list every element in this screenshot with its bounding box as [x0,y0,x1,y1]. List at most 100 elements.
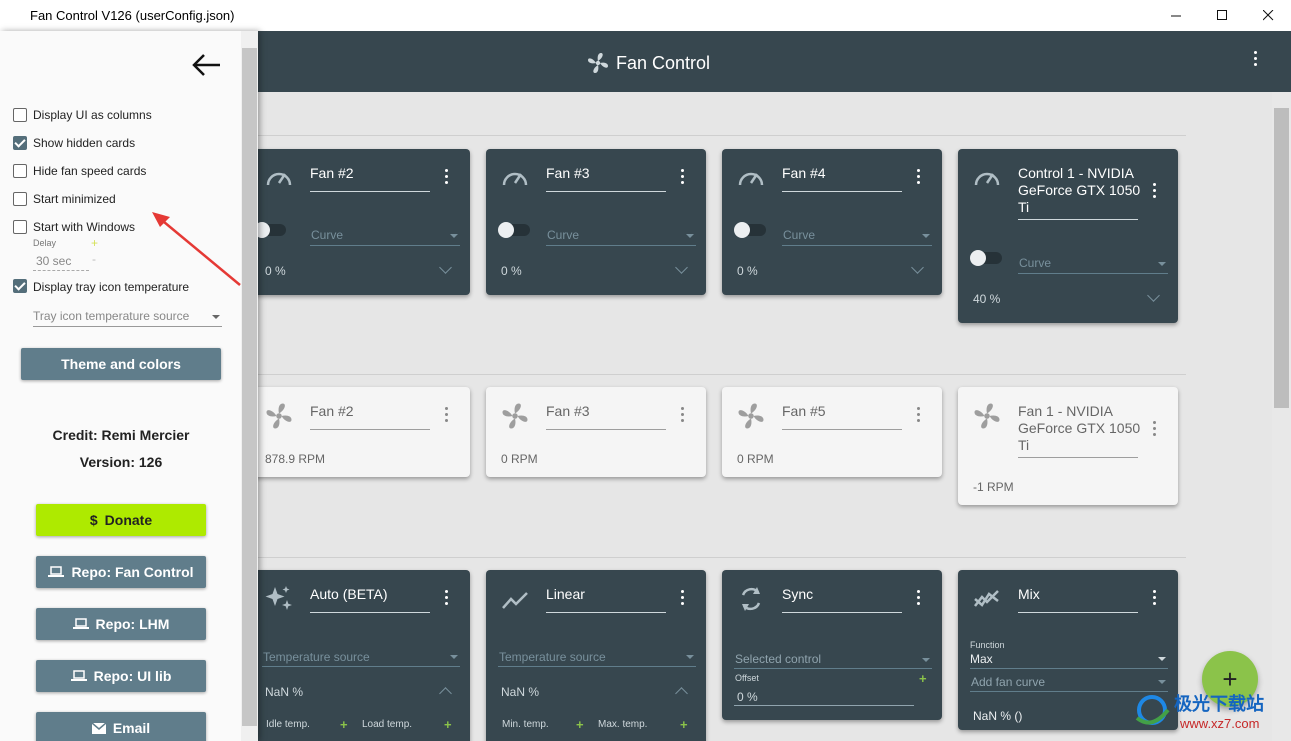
card-menu-icon[interactable] [681,590,685,606]
card-menu-icon[interactable] [917,169,921,185]
card-menu-icon[interactable] [681,169,685,185]
fan-icon [502,403,528,429]
show-hidden-checkbox[interactable] [13,136,27,150]
speed-value: -1 RPM [973,480,1014,494]
delay-plus-icon[interactable]: + [91,236,98,250]
delay-minus-icon[interactable]: - [92,252,96,266]
maximize-button[interactable] [1199,0,1245,31]
control-card[interactable]: Fan #2 Curve 0 % [250,149,470,295]
show-hidden-label: Show hidden cards [33,136,136,150]
expand-icon[interactable] [911,261,924,274]
temperature-source-select[interactable]: Temperature source [263,650,370,664]
curve-card-auto[interactable]: Auto (BETA) Temperature source NaN % Idl… [250,570,470,741]
control-name[interactable]: Fan #3 [546,165,590,182]
drawer-scrollbar[interactable] [241,31,258,741]
mix-icon [974,590,999,607]
tray-source-select[interactable]: Tray icon temperature source [33,309,189,323]
minimize-button[interactable] [1153,0,1199,31]
curve-name[interactable]: Mix [1018,586,1040,603]
curve-select[interactable]: Curve [547,228,579,242]
card-menu-icon[interactable] [681,407,685,423]
function-select[interactable]: Max [970,652,993,666]
delay-input[interactable]: 30 sec [36,254,71,268]
curve-name[interactable]: Linear [546,586,585,603]
selected-control-select[interactable]: Selected control [735,652,821,666]
card-menu-icon[interactable] [917,590,921,606]
plus-icon[interactable]: + [919,671,927,686]
start-minimized-checkbox[interactable] [13,192,27,206]
gauge-icon [974,172,1000,186]
curve-name[interactable]: Sync [782,586,813,603]
curve-card-linear[interactable]: Linear Temperature source NaN % Min. tem… [486,570,706,741]
curve-card-sync[interactable]: Sync Selected control Offset + 0 % [722,570,942,720]
curve-select[interactable]: Curve [783,228,815,242]
start-windows-checkbox[interactable] [13,220,27,234]
curve-value: NaN % [501,685,540,699]
title-bar: Fan Control V126 (userConfig.json) [0,0,1291,31]
speed-name[interactable]: Fan #2 [310,403,354,420]
control-card[interactable]: Fan #3 Curve 0 % [486,149,706,295]
card-menu-icon[interactable] [917,407,921,423]
display-columns-checkbox[interactable] [13,108,27,122]
minimize-icon [1170,15,1181,17]
curve-select[interactable]: Curve [1019,256,1051,270]
add-fan-curve-select[interactable]: Add fan curve [971,675,1045,689]
collapse-icon[interactable] [675,687,688,700]
main-scrollbar[interactable] [1272,92,1291,741]
gauge-icon [266,172,292,186]
theme-colors-button[interactable]: Theme and colors [21,348,221,380]
offset-input[interactable]: 0 % [737,690,758,704]
display-tray-checkbox[interactable] [13,279,27,293]
enable-toggle[interactable] [970,250,1002,266]
card-menu-icon[interactable] [445,590,449,606]
control-card[interactable]: Control 1 - NVIDIA GeForce GTX 1050 Ti C… [958,149,1178,323]
control-name[interactable]: Control 1 - NVIDIA GeForce GTX 1050 Ti [1018,165,1143,216]
expand-icon[interactable] [1147,289,1160,302]
control-card[interactable]: Fan #4 Curve 0 % [722,149,942,295]
temperature-source-select[interactable]: Temperature source [499,650,606,664]
enable-toggle[interactable] [254,222,286,238]
card-menu-icon[interactable] [445,169,449,185]
speed-name[interactable]: Fan #5 [782,403,826,420]
control-name[interactable]: Fan #4 [782,165,826,182]
card-menu-icon[interactable] [1153,421,1157,437]
curve-name[interactable]: Auto (BETA) [310,586,388,603]
maximize-icon [1216,10,1227,20]
speed-name[interactable]: Fan 1 - NVIDIA GeForce GTX 1050 Ti [1018,403,1143,454]
card-menu-icon[interactable] [1153,183,1157,199]
fan-icon [266,403,292,429]
speed-value: 0 RPM [501,452,538,466]
speed-card[interactable]: Fan #3 0 RPM [486,387,706,477]
repo-lhm-button[interactable]: Repo: LHM [36,608,206,640]
mail-icon [91,722,106,734]
speed-card[interactable]: Fan 1 - NVIDIA GeForce GTX 1050 Ti -1 RP… [958,387,1178,505]
speed-name[interactable]: Fan #3 [546,403,590,420]
speed-card[interactable]: Fan #5 0 RPM [722,387,942,477]
expand-icon[interactable] [675,261,688,274]
expand-icon[interactable] [439,261,452,274]
watermark-site: 极光下载站 [1174,694,1264,714]
close-button[interactable] [1245,0,1291,31]
hide-fan-speed-checkbox[interactable] [13,164,27,178]
donate-button[interactable]: $ Donate [36,504,206,536]
enable-toggle[interactable] [498,222,530,238]
hide-fan-speed-label: Hide fan speed cards [33,164,147,178]
card-menu-icon[interactable] [1153,590,1157,606]
repo-fan-control-button[interactable]: Repo: Fan Control [36,556,206,588]
control-name[interactable]: Fan #2 [310,165,354,182]
divider [258,135,1186,136]
plus-icon[interactable]: + [576,717,584,732]
curve-select[interactable]: Curve [311,228,343,242]
email-button[interactable]: Email [36,712,206,741]
back-arrow-icon[interactable] [190,51,224,79]
plus-icon[interactable]: + [680,717,688,732]
divider [258,557,1186,558]
repo-ui-lib-button[interactable]: Repo: UI lib [36,660,206,692]
collapse-icon[interactable] [439,687,452,700]
plus-icon[interactable]: + [444,717,452,732]
more-menu-icon[interactable] [1254,51,1266,71]
enable-toggle[interactable] [734,222,766,238]
plus-icon[interactable]: + [340,717,348,732]
card-menu-icon[interactable] [445,407,449,423]
speed-card[interactable]: Fan #2 878.9 RPM [250,387,470,477]
